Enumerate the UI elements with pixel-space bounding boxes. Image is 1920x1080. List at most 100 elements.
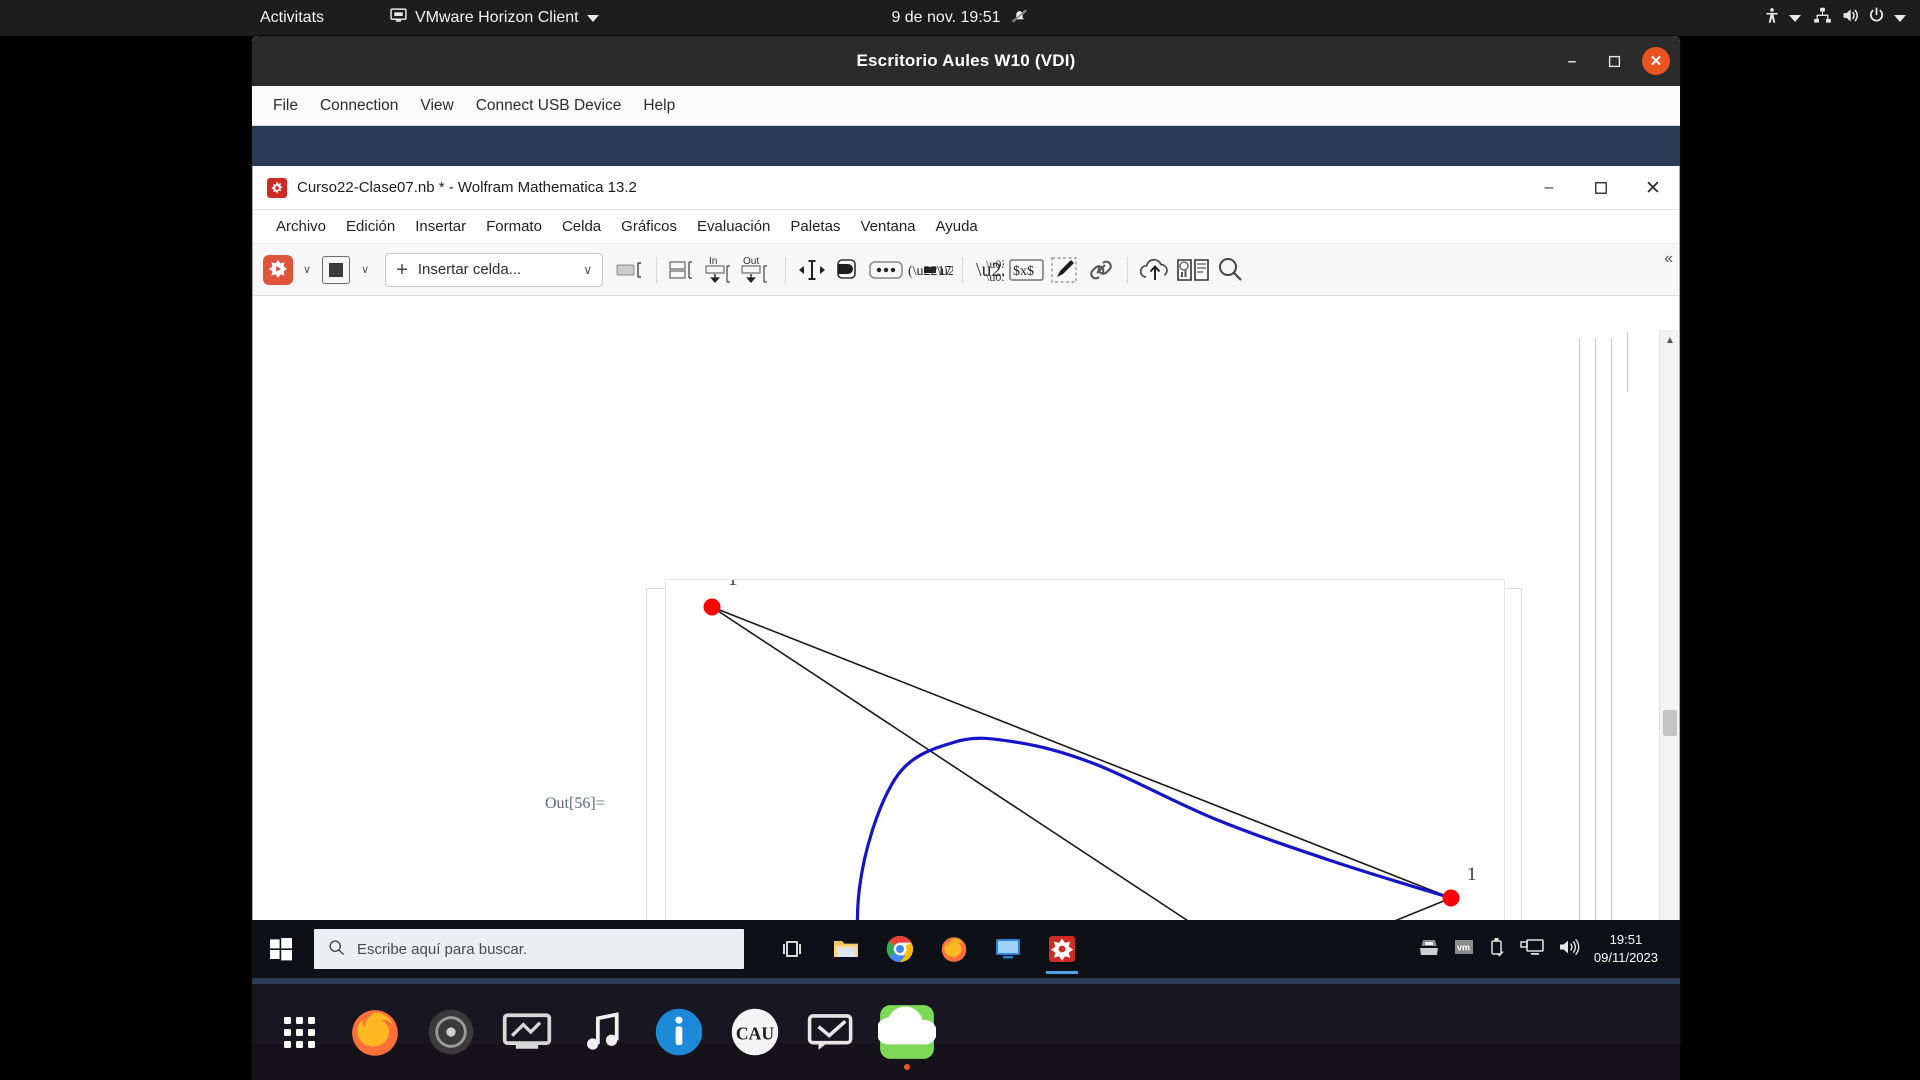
- run-evaluation-button[interactable]: [261, 251, 295, 289]
- windows-system-tray[interactable]: vm 19:51 09/11/2023: [1418, 931, 1680, 966]
- text-cursor-icon[interactable]: [795, 251, 829, 289]
- dock-item-remmina[interactable]: [496, 1001, 558, 1063]
- vmware-window-controls[interactable]: – ✕: [1558, 36, 1670, 86]
- show-applications-icon: [283, 1016, 315, 1048]
- vmware-menu-help[interactable]: Help: [634, 92, 684, 120]
- comment-delimiter-icon[interactable]: (\u2217\u2217): [907, 251, 953, 289]
- mathematica-menubar[interactable]: Archivo Edición Insertar Formato Celda G…: [253, 210, 1679, 244]
- menu-formato[interactable]: Formato: [477, 214, 551, 239]
- vmware-menu-connect-usb-device[interactable]: Connect USB Device: [467, 92, 631, 120]
- control-point-p-right[interactable]: 1: [1442, 864, 1477, 907]
- math-palette-icon[interactable]: \u222b\u03c0\u03a3: [972, 251, 1006, 289]
- mathematica-close-button[interactable]: ✕: [1627, 166, 1679, 210]
- menu-celda[interactable]: Celda: [553, 214, 610, 239]
- vm-icon[interactable]: vm: [1454, 938, 1474, 961]
- task-view-button[interactable]: [768, 924, 816, 974]
- cell-bracket-line: [1627, 332, 1628, 392]
- insert-input-cell-icon[interactable]: In: [702, 251, 736, 289]
- show-applications-button[interactable]: [268, 1001, 330, 1063]
- more-options-icon[interactable]: [867, 251, 905, 289]
- drawing-tools-icon[interactable]: [1048, 251, 1082, 289]
- vmware-titlebar: Escritorio Aules W10 (VDI) – ✕: [252, 36, 1680, 86]
- cell-bracket-line: [1579, 338, 1580, 935]
- windows-clock[interactable]: 19:51 09/11/2023: [1594, 931, 1664, 966]
- scroll-up-button[interactable]: ▲: [1660, 330, 1679, 350]
- comment-balloon-icon[interactable]: [831, 251, 865, 289]
- graphics-canvas[interactable]: 110.1: [665, 579, 1505, 977]
- firefox-icon: [941, 937, 967, 962]
- split-cell-icon[interactable]: [666, 251, 700, 289]
- cell-bracket-icon[interactable]: [613, 251, 647, 289]
- vmware-maximize-button[interactable]: [1600, 47, 1628, 75]
- notebook-vertical-scrollbar[interactable]: ▲ ▼: [1659, 330, 1679, 955]
- menu-ayuda[interactable]: Ayuda: [927, 214, 987, 239]
- app-menu-button[interactable]: VMware Horizon Client: [390, 0, 599, 36]
- abort-options-caret[interactable]: ∨: [355, 263, 375, 276]
- vmware-menubar[interactable]: File Connection View Connect USB Device …: [252, 86, 1680, 126]
- menu-paletas[interactable]: Paletas: [781, 214, 849, 239]
- menu-insertar[interactable]: Insertar: [406, 214, 475, 239]
- menu-edicion[interactable]: Edición: [337, 214, 404, 239]
- mathematica-titlebar: Curso22-Clase07.nb * - Wolfram Mathemati…: [253, 166, 1679, 210]
- menu-evaluacion[interactable]: Evaluación: [688, 214, 779, 239]
- taskbar-file-explorer[interactable]: [822, 924, 870, 974]
- parametric-curve-plot[interactable]: 110.1: [666, 580, 1505, 977]
- dock-item-feedback[interactable]: [800, 1001, 862, 1063]
- taskbar-google-chrome[interactable]: [876, 924, 924, 974]
- dock-item-music[interactable]: [572, 1001, 634, 1063]
- menu-archivo[interactable]: Archivo: [267, 214, 335, 239]
- menu-ventana[interactable]: Ventana: [851, 214, 924, 239]
- volume-icon[interactable]: [1558, 937, 1580, 962]
- stop-square-icon: [322, 255, 351, 284]
- wolfram-spikey-icon: [267, 177, 287, 198]
- mathematica-maximize-button[interactable]: [1575, 166, 1627, 210]
- control-point-label: 1: [1467, 864, 1477, 885]
- scanner-icon[interactable]: [1418, 937, 1440, 962]
- menu-graficos[interactable]: Gráficos: [612, 214, 686, 239]
- taskbar-wolfram-mathematica[interactable]: [1038, 924, 1086, 974]
- vmware-close-button[interactable]: ✕: [1642, 47, 1670, 75]
- status-menu[interactable]: [1813, 6, 1906, 30]
- scrollbar-thumb[interactable]: [1663, 710, 1677, 736]
- dock-item-cau[interactable]: CAU: [724, 1001, 786, 1063]
- vmware-menu-view[interactable]: View: [411, 92, 462, 120]
- chevron-down-icon: [586, 14, 599, 22]
- dock-item-firefox[interactable]: [344, 1001, 406, 1063]
- svg-text:\u03a3: \u03a3: [986, 270, 1004, 284]
- taskbar-remote-desktop[interactable]: [984, 924, 1032, 974]
- search-icon[interactable]: [1213, 251, 1247, 289]
- vmware-menu-connection[interactable]: Connection: [311, 92, 407, 120]
- insert-cell-dropdown[interactable]: + Insertar celda... ∨: [385, 252, 604, 287]
- control-point-label: 1: [728, 580, 738, 590]
- vmware-menu-file[interactable]: File: [264, 92, 307, 120]
- graphics-output-frame[interactable]: 110.1: [646, 579, 1522, 977]
- chevron-down-icon: [1894, 14, 1906, 22]
- hyperlink-icon[interactable]: [1084, 251, 1118, 289]
- google-chrome-icon: [886, 935, 913, 963]
- insert-output-cell-icon[interactable]: Out: [738, 251, 776, 289]
- dock-item-info[interactable]: [648, 1001, 710, 1063]
- windows-search-box[interactable]: Escribe aquí para buscar.: [314, 929, 744, 969]
- usb-eject-icon[interactable]: [1488, 936, 1506, 963]
- collapse-toolbar-button[interactable]: «: [1664, 250, 1673, 268]
- mathematica-window-controls[interactable]: – ✕: [1523, 166, 1679, 210]
- abort-evaluation-button[interactable]: [319, 251, 353, 289]
- vmware-minimize-button[interactable]: –: [1558, 47, 1586, 75]
- tex-input-icon[interactable]: $x$: [1008, 251, 1046, 289]
- cell-bracket-group[interactable]: [1573, 330, 1643, 955]
- cloud-publish-icon[interactable]: [1137, 251, 1173, 289]
- network-display-icon[interactable]: [1520, 937, 1544, 962]
- accessibility-menu[interactable]: [1763, 7, 1801, 30]
- clock-button[interactable]: 9 de nov. 19:51: [891, 0, 1028, 36]
- system-indicators[interactable]: [1763, 0, 1906, 36]
- documentation-icon[interactable]: [1175, 251, 1211, 289]
- mathematica-minimize-button[interactable]: –: [1523, 166, 1575, 210]
- dock-item-rhythmbox[interactable]: [420, 1001, 482, 1063]
- run-options-caret[interactable]: ∨: [297, 263, 317, 276]
- windows-start-button[interactable]: [252, 920, 310, 978]
- dock-item-vmware-horizon[interactable]: [876, 1001, 938, 1063]
- vmware-horizon-icon: [878, 1005, 936, 1059]
- taskbar-firefox[interactable]: [930, 924, 978, 974]
- svg-text:CAU: CAU: [736, 1023, 774, 1043]
- activities-button[interactable]: Activitats: [252, 0, 332, 36]
